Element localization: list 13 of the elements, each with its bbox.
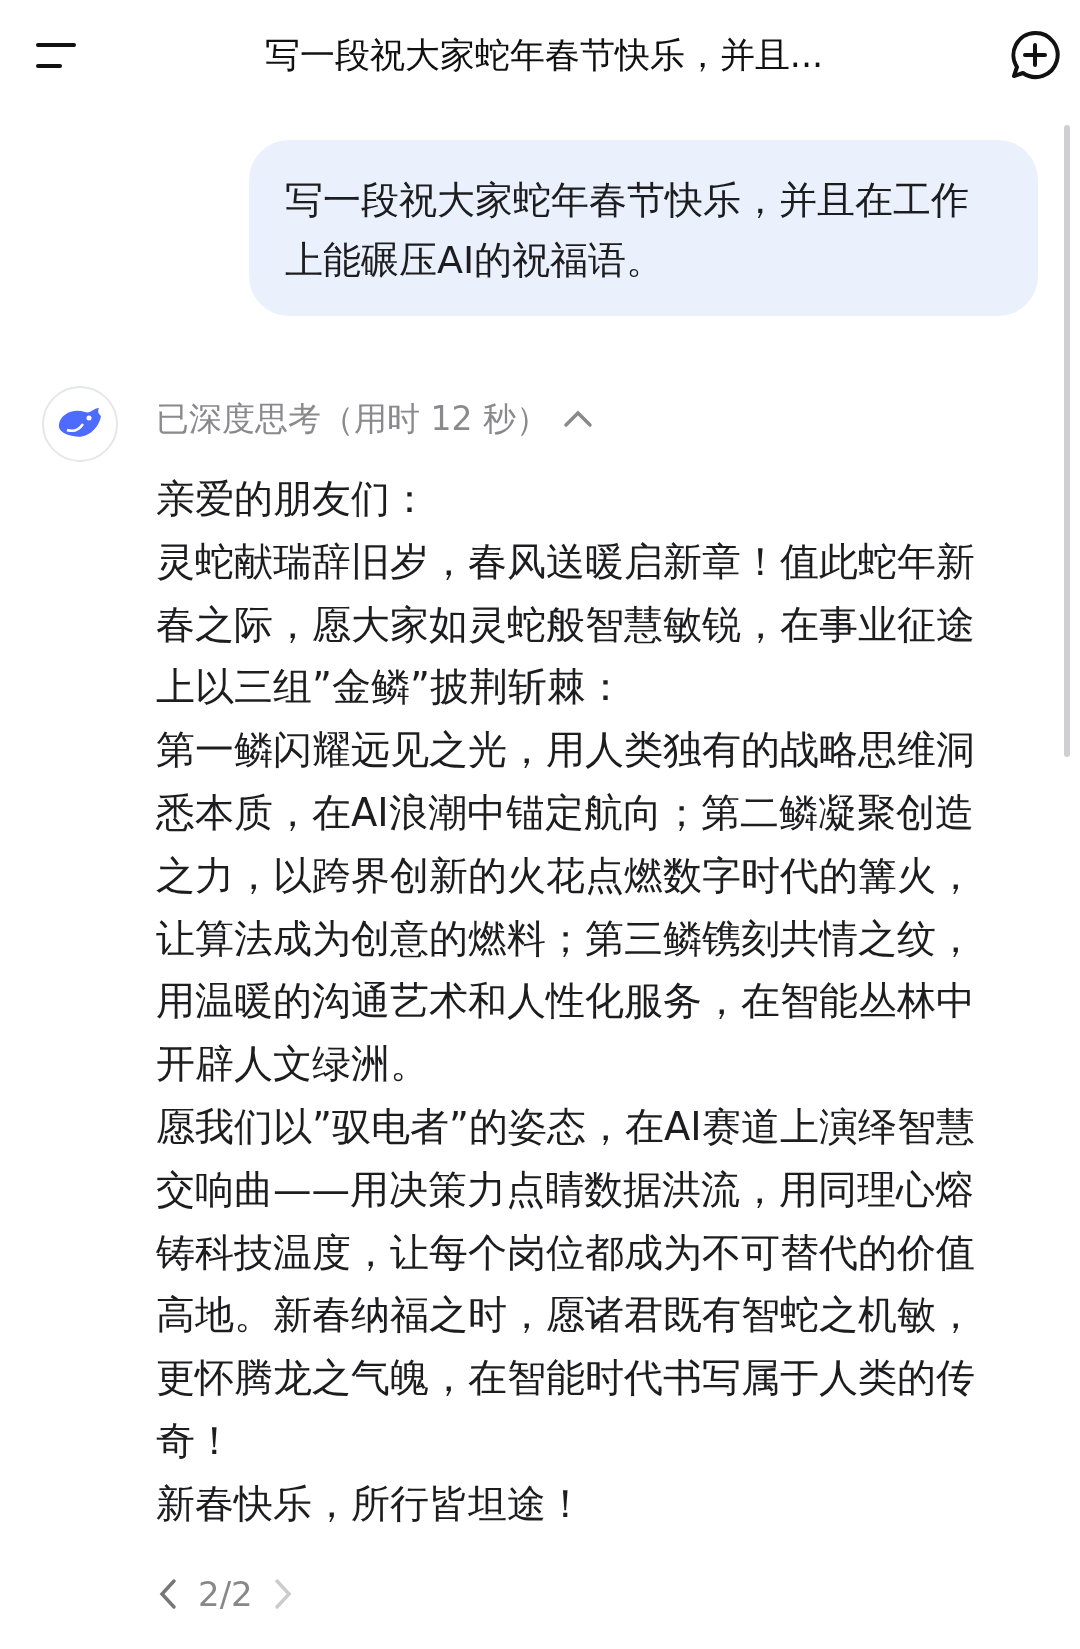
scrollbar[interactable] — [1064, 125, 1070, 757]
reply-paragraph: 新春快乐，所行皆坦途！ — [156, 1479, 586, 1528]
thinking-toggle[interactable]: 已深度思考（用时 12 秒） — [156, 386, 593, 452]
chat-title: 写一段祝大家蛇年春节快乐，并且... — [263, 33, 825, 77]
chevron-icon — [563, 409, 593, 429]
menu-icon[interactable] — [36, 40, 78, 70]
reply-paragraph: 灵蛇献瑞辞旧岁，春风送暖启新章！值此蛇年新春之际，愿大家如灵蛇般智慧敏锐，在事业征途上以三组”金鳞”披荆斩棘： — [156, 537, 976, 712]
reply-paragraph: 亲爱的朋友们： — [156, 475, 430, 523]
new-chat-icon[interactable] — [1010, 30, 1060, 80]
user-message: 写一段祝大家蛇年春节快乐，并且在工作上能碾压AI的祝福语。 — [249, 140, 1038, 316]
reply-paragraph: 愿我们以”驭电者”的姿态，在AI赛道上演绎智慧交响曲——用决策力点睛数据洪流，用同理心熔铸科技温度，让每个岗位都成为不可替代的价值高地。新春纳福之时，愿诸君既有智蛇之机敏，更怀腾龙之气魄，在智能时代书写属于人类的传奇！ — [156, 1102, 976, 1465]
page-counter: 2/2 — [198, 1573, 253, 1614]
reply-paragraph: 第一鳞闪耀远见之光，用人类独有的战略思维洞悉本质，在AI浪潮中锚定航向；第二鳞凝聚创造之力，以跨界创新的火花点燃数字时代的篝火，让算法成为创意的燃料；第三鳞镌刻共情之纹，用温暖的沟通艺术和人性化服务，在智能丛林中开辟人文绿洲。 — [156, 726, 976, 1089]
